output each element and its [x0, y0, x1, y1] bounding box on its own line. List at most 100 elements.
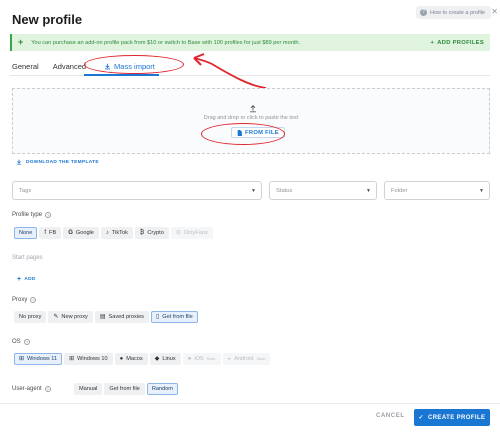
banner-text: You can purchase an add-on profile pack … — [31, 39, 301, 46]
os-label: OS ? — [12, 339, 30, 345]
chip-label: OnlyFans — [183, 230, 208, 236]
tab-general-label: General — [12, 61, 39, 71]
bitcoin-icon: ₿ — [139, 230, 145, 236]
chevron-down-icon: ▼ — [251, 188, 256, 194]
chip-label: iOS — [194, 356, 204, 362]
profile-type-none[interactable]: None — [14, 227, 38, 239]
profile-type-tiktok[interactable]: ♪ TikTok — [100, 227, 133, 239]
facebook-icon: f — [44, 230, 47, 236]
proxy-from-file[interactable]: ▯ Get from file — [150, 311, 198, 323]
upgrade-banner: + You can purchase an add-on profile pac… — [10, 34, 490, 51]
add-start-page-button[interactable]: + ADD — [17, 276, 36, 283]
chevron-down-icon: ▼ — [366, 188, 371, 194]
help-icon[interactable]: ? — [23, 339, 30, 345]
profile-type-crypto[interactable]: ₿ Crypto — [134, 227, 169, 239]
status-select[interactable]: Status ▼ — [269, 181, 377, 200]
tab-general[interactable]: General — [12, 62, 39, 71]
proxy-label: Proxy ? — [12, 297, 37, 303]
check-icon: ✓ — [418, 415, 424, 421]
add-profiles-button[interactable]: + ADD PROFILES — [431, 34, 484, 51]
android-icon: ◒ — [227, 356, 232, 362]
profile-type-fb[interactable]: f FB — [39, 227, 62, 239]
download-template-label: DOWNLOAD THE TEMPLATE — [26, 159, 99, 165]
proxy-group: No proxy ✎ New proxy ▤ Saved proxies ▯ Get … — [14, 311, 198, 323]
annotation-arrow — [193, 53, 267, 89]
user-agent-manual[interactable]: Manual — [74, 383, 103, 395]
page-title: New profile — [12, 12, 83, 27]
user-agent-random[interactable]: Random — [146, 383, 178, 395]
chip-label: Google — [75, 230, 94, 236]
chip-label: Macos — [126, 356, 143, 362]
chevron-down-icon: ▼ — [479, 188, 484, 194]
profile-type-google[interactable]: G Google — [63, 227, 99, 239]
create-profile-label: CREATE PROFILE — [427, 414, 486, 421]
close-icon[interactable]: ✕ — [491, 7, 498, 17]
chip-label: Saved proxies — [108, 314, 144, 320]
create-profile-button[interactable]: ✓ CREATE PROFILE — [414, 409, 490, 426]
download-template-link[interactable]: DOWNLOAD THE TEMPLATE — [16, 159, 99, 165]
plus-small-icon: + — [430, 39, 435, 46]
apple-icon: ● — [187, 356, 192, 362]
start-pages-label: Start pages — [12, 255, 43, 261]
chip-label: FB — [49, 230, 57, 236]
tags-placeholder: Tags — [19, 187, 32, 194]
bookmark-icon: ▤ — [99, 314, 106, 320]
dropzone-hint: Drag and drop or click to paste the text — [203, 115, 299, 121]
profile-type-label: Profile type ? — [12, 212, 52, 218]
os-ios: ● iOS Soon — [182, 353, 221, 365]
linux-icon: ◆ — [154, 356, 160, 362]
os-text: OS — [12, 339, 21, 345]
soon-badge: Soon — [256, 357, 266, 361]
proxy-new[interactable]: ✎ New proxy — [48, 311, 93, 323]
plus-icon: + — [18, 37, 24, 47]
tab-advanced[interactable]: Advanced — [53, 62, 86, 71]
chip-label: TikTok — [111, 230, 128, 236]
os-macos[interactable]: ● Macos — [114, 353, 148, 365]
profile-type-text: Profile type — [12, 212, 43, 218]
chip-label: Get from file — [109, 386, 140, 392]
os-windows-10[interactable]: ⊞ Windows 10 — [64, 353, 113, 365]
edit-icon: ✎ — [53, 314, 59, 320]
chip-label: Get from file — [162, 314, 193, 320]
soon-badge: Soon — [206, 357, 216, 361]
windows-icon: ⊞ — [19, 356, 25, 362]
tags-select[interactable]: Tags ▼ — [12, 181, 262, 200]
help-icon[interactable]: ? — [44, 386, 51, 392]
tab-advanced-label: Advanced — [52, 61, 87, 71]
os-windows-11[interactable]: ⊞ Windows 11 — [14, 353, 63, 365]
plus-icon: + — [17, 276, 22, 283]
add-label: ADD — [24, 277, 36, 282]
add-profiles-label: ADD PROFILES — [437, 39, 484, 46]
user-agent-from-file[interactable]: Get from file — [104, 383, 145, 395]
windows-icon: ⊞ — [69, 356, 75, 362]
apple-icon: ● — [119, 356, 124, 362]
user-agent-label: User-agent ? — [12, 386, 51, 392]
folder-select[interactable]: Folder ▼ — [384, 181, 490, 200]
footer-divider — [0, 403, 500, 404]
status-placeholder: Status — [276, 187, 293, 194]
chip-label: Linux — [162, 356, 176, 362]
download-icon — [16, 159, 22, 165]
cancel-button[interactable]: CANCEL — [376, 413, 405, 419]
chip-label: Random — [151, 386, 173, 392]
help-icon[interactable]: ? — [45, 212, 52, 218]
folder-placeholder: Folder — [391, 187, 408, 194]
proxy-none[interactable]: No proxy — [14, 311, 47, 323]
annotation-ellipse-file — [201, 123, 285, 145]
how-to-create-profile-button[interactable]: ? How to create a profile — [415, 6, 491, 19]
chip-label: Crypto — [147, 230, 164, 236]
proxy-text: Proxy — [12, 297, 28, 303]
profile-type-onlyfans: ⊙ OnlyFans — [170, 227, 213, 239]
proxy-saved[interactable]: ▤ Saved proxies — [94, 311, 149, 323]
question-icon: ? — [419, 9, 427, 16]
upload-icon — [250, 104, 256, 113]
onlyfans-icon: ⊙ — [175, 230, 181, 236]
user-agent-text: User-agent — [12, 386, 42, 392]
file-icon: ▯ — [155, 314, 160, 320]
help-icon[interactable]: ? — [30, 297, 37, 303]
tiktok-icon: ♪ — [105, 230, 109, 236]
annotation-ellipse-tab — [84, 55, 184, 74]
google-icon: G — [68, 230, 73, 236]
os-linux[interactable]: ◆ Linux — [149, 353, 181, 365]
chip-label: New proxy — [61, 314, 88, 320]
